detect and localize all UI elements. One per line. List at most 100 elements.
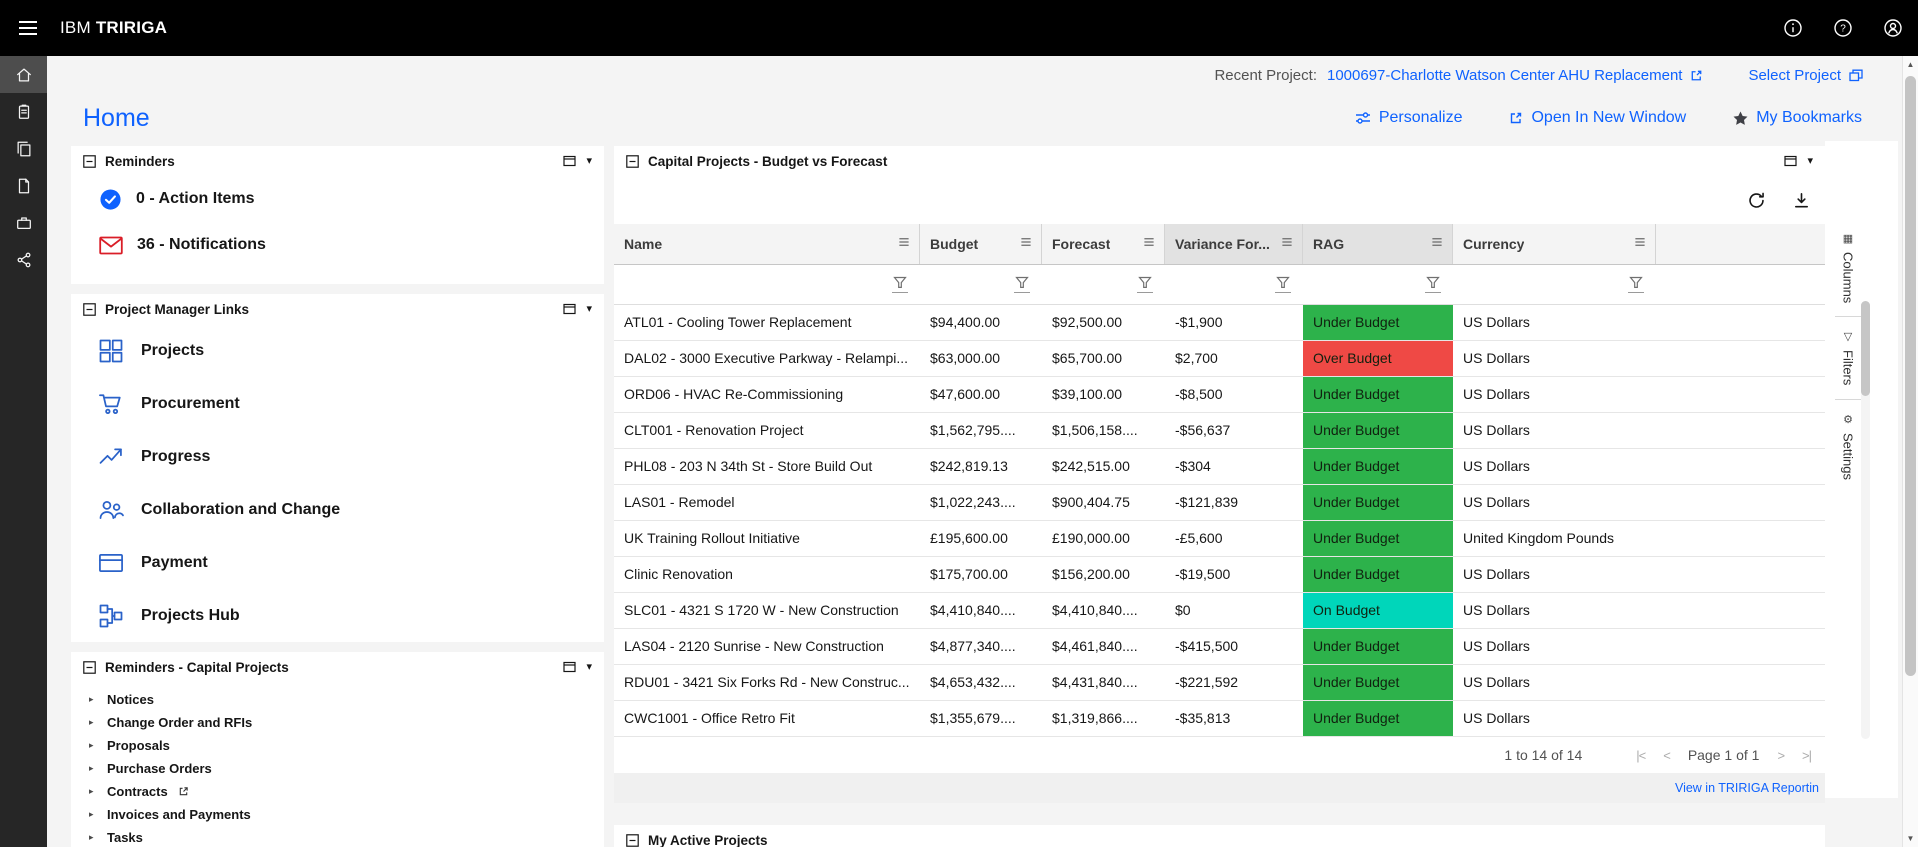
my-bookmarks-link[interactable]: My Bookmarks <box>1732 109 1862 127</box>
column-menu-icon[interactable] <box>1142 235 1156 253</box>
prev-page-button[interactable]: < <box>1663 748 1670 763</box>
filter-funnel-icon[interactable] <box>1014 276 1030 293</box>
table-row[interactable]: PHL08 - 203 N 34th St - Store Build Out … <box>614 449 1825 485</box>
tree-item-invoices[interactable]: ▸ Invoices and Payments <box>89 803 604 826</box>
page-scrollbar[interactable]: ▲ ▼ <box>1902 56 1918 847</box>
column-header-name[interactable]: Name <box>614 224 920 264</box>
table-side-panel: ▦ Columns ▽ Filters ⚙ Settings <box>1825 141 1898 798</box>
tree-item-notices[interactable]: ▸ Notices <box>89 688 604 711</box>
tree-item-change-orders[interactable]: ▸ Change Order and RFIs <box>89 711 604 734</box>
table-row[interactable]: ATL01 - Cooling Tower Replacement $94,40… <box>614 305 1825 341</box>
content: Reminders ▾ 0 - Action Items <box>47 146 1902 847</box>
filter-funnel-icon[interactable] <box>1425 276 1441 293</box>
page-scrollbar-thumb[interactable] <box>1905 76 1916 676</box>
last-page-button[interactable]: >| <box>1802 748 1811 763</box>
tree-item-tasks[interactable]: ▸ Tasks <box>89 826 604 847</box>
section-window-icon[interactable] <box>561 153 578 169</box>
pm-link-progress[interactable]: Progress <box>71 430 604 483</box>
scroll-down-icon[interactable]: ▼ <box>1903 834 1918 843</box>
table-row[interactable]: ORD06 - HVAC Re-Commissioning $47,600.00… <box>614 377 1825 413</box>
column-menu-icon[interactable] <box>1633 235 1647 253</box>
section-window-icon[interactable] <box>1782 153 1799 169</box>
collapse-section-icon[interactable] <box>624 832 641 847</box>
table-row[interactable]: LAS04 - 2120 Sunrise - New Construction … <box>614 629 1825 665</box>
reminders-card-header: Reminders ▾ <box>71 146 604 176</box>
tree-item-purchase-orders[interactable]: ▸ Purchase Orders <box>89 757 604 780</box>
rail-document-icon[interactable] <box>0 167 47 204</box>
next-page-button[interactable]: > <box>1777 748 1784 763</box>
table-row[interactable]: SLC01 - 4321 S 1720 W - New Construction… <box>614 593 1825 629</box>
tree-item-proposals[interactable]: ▸ Proposals <box>89 734 604 757</box>
info-icon[interactable] <box>1768 0 1818 56</box>
rag-cell: Under Budget <box>1303 377 1453 412</box>
caret-right-icon: ▸ <box>89 717 99 728</box>
table-row[interactable]: Clinic Renovation $175,700.00 $156,200.0… <box>614 557 1825 593</box>
table-row[interactable]: LAS01 - Remodel $1,022,243.... $900,404.… <box>614 485 1825 521</box>
section-menu-chevron-icon[interactable]: ▾ <box>584 302 594 317</box>
filter-funnel-icon[interactable] <box>1628 276 1644 293</box>
tab-columns[interactable]: ▦ Columns <box>1835 219 1861 316</box>
collapse-section-icon[interactable] <box>624 153 641 170</box>
cell-forecast: $65,700.00 <box>1042 341 1165 376</box>
column-menu-icon[interactable] <box>1280 235 1294 253</box>
action-items-link[interactable]: 0 - Action Items <box>71 176 604 222</box>
refresh-icon[interactable] <box>1747 191 1766 210</box>
section-menu-chevron-icon[interactable]: ▾ <box>584 660 594 675</box>
tab-filters[interactable]: ▽ Filters <box>1835 316 1861 398</box>
view-in-tririga-reporting-link[interactable]: View in TRIRIGA Reportin <box>1675 781 1819 795</box>
column-menu-icon[interactable] <box>897 235 911 253</box>
collapse-section-icon[interactable] <box>81 301 98 318</box>
filter-funnel-icon[interactable] <box>1137 276 1153 293</box>
table-row[interactable]: CWC1001 - Office Retro Fit $1,355,679...… <box>614 701 1825 737</box>
rail-network-icon[interactable] <box>0 241 47 278</box>
table-header-row: Name Budget Forecast Variance For.. <box>614 224 1825 265</box>
personalize-link[interactable]: Personalize <box>1354 109 1463 127</box>
menu-icon[interactable] <box>0 0 56 56</box>
table-row[interactable]: RDU01 - 3421 Six Forks Rd - New Construc… <box>614 665 1825 701</box>
table-scrollbar[interactable] <box>1861 301 1870 739</box>
first-page-button[interactable]: |< <box>1636 748 1645 763</box>
pm-link-collaboration[interactable]: Collaboration and Change <box>71 483 604 536</box>
column-header-currency[interactable]: Currency <box>1453 224 1656 264</box>
download-icon[interactable] <box>1792 191 1811 210</box>
collapse-section-icon[interactable] <box>81 153 98 170</box>
my-active-projects-card: My Active Projects <box>614 825 1825 847</box>
rail-briefcase-icon[interactable] <box>0 204 47 241</box>
filter-funnel-icon[interactable] <box>892 276 908 293</box>
pm-link-projects[interactable]: Projects <box>71 324 604 377</box>
table-row[interactable]: DAL02 - 3000 Executive Parkway - Relampi… <box>614 341 1825 377</box>
rail-tasks-icon[interactable] <box>0 93 47 130</box>
section-menu-chevron-icon[interactable]: ▾ <box>1805 154 1815 169</box>
column-header-variance[interactable]: Variance For... <box>1165 224 1303 264</box>
help-icon[interactable]: ? <box>1818 0 1868 56</box>
open-new-window-link[interactable]: Open In New Window <box>1508 109 1686 127</box>
column-header-forecast[interactable]: Forecast <box>1042 224 1165 264</box>
table-scrollbar-thumb[interactable] <box>1861 301 1870 396</box>
column-menu-icon[interactable] <box>1019 235 1033 253</box>
cell-variance: -$35,813 <box>1165 701 1303 736</box>
cell-variance: $0 <box>1165 593 1303 628</box>
scroll-up-icon[interactable]: ▲ <box>1903 60 1918 69</box>
section-window-icon[interactable] <box>561 659 578 675</box>
column-header-rag[interactable]: RAG <box>1303 224 1453 264</box>
pm-link-procurement[interactable]: Procurement <box>71 377 604 430</box>
rail-copy-icon[interactable] <box>0 130 47 167</box>
rail-home-icon[interactable] <box>0 56 47 93</box>
pm-link-payment[interactable]: Payment <box>71 536 604 589</box>
rag-cell: Under Budget <box>1303 557 1453 592</box>
column-menu-icon[interactable] <box>1430 235 1444 253</box>
section-menu-chevron-icon[interactable]: ▾ <box>584 154 594 169</box>
table-row[interactable]: CLT001 - Renovation Project $1,562,795..… <box>614 413 1825 449</box>
user-avatar-icon[interactable] <box>1868 0 1918 56</box>
pm-link-projects-hub[interactable]: Projects Hub <box>71 589 604 642</box>
tree-item-contracts[interactable]: ▸ Contracts <box>89 780 604 803</box>
recent-project-link[interactable]: 1000697-Charlotte Watson Center AHU Repl… <box>1327 67 1704 84</box>
table-row[interactable]: UK Training Rollout Initiative £195,600.… <box>614 521 1825 557</box>
section-window-icon[interactable] <box>561 301 578 317</box>
notifications-link[interactable]: 36 - Notifications <box>71 222 604 268</box>
filter-funnel-icon[interactable] <box>1275 276 1291 293</box>
collapse-section-icon[interactable] <box>81 659 98 676</box>
select-project-link[interactable]: Select Project <box>1748 67 1864 84</box>
tab-settings[interactable]: ⚙ Settings <box>1835 399 1861 493</box>
column-header-budget[interactable]: Budget <box>920 224 1042 264</box>
